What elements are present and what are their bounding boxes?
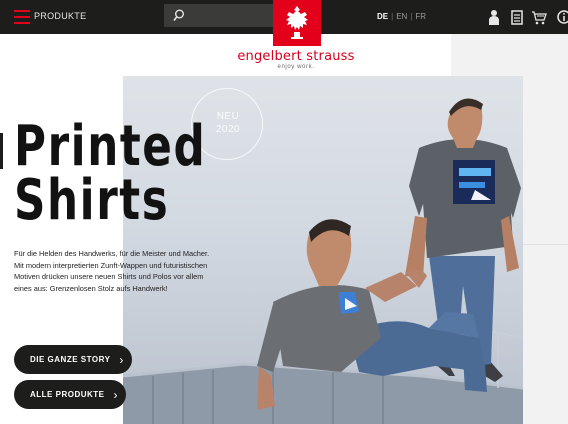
rooster-logo-icon [286,6,308,39]
all-products-button[interactable]: ALLE PRODUKTE › [14,380,126,409]
hero-description: Für die Helden des Handwerks, für die Me… [14,249,210,293]
hamburger-icon [14,10,30,24]
headline-line1: Printed [14,114,207,179]
brand-wordmark[interactable]: engelbert strauss [226,49,366,64]
chevron-right-icon: › [119,352,124,367]
full-story-label: DIE GANZE STORY [30,355,111,364]
full-story-button[interactable]: DIE GANZE STORY › [14,345,132,374]
language-option-en[interactable]: EN [396,12,407,21]
language-option-fr[interactable]: FR [415,12,426,21]
language-switcher: DE | EN | FR [377,12,427,21]
products-menu-label: PRODUKTE [34,11,87,21]
all-products-label: ALLE PRODUKTE [30,390,105,399]
brand-logo-emblem[interactable] [273,0,321,46]
cart-icon[interactable] [531,8,547,26]
headline-line2: Shirts [14,168,170,233]
search-box[interactable] [164,4,275,27]
info-icon[interactable] [557,8,568,26]
search-input[interactable] [190,4,270,27]
list-icon[interactable] [511,8,523,26]
hero-headline: Printed Shirts [14,114,207,233]
products-menu-button[interactable]: PRODUKTE [14,10,88,26]
top-navigation-bar: PRODUKTE DE | EN | FR [0,0,568,46]
user-icon[interactable] [488,8,500,26]
edge-marker [0,133,3,169]
brand-tagline: enjoy work. [277,64,315,70]
language-option-de[interactable]: DE [377,12,388,21]
search-icon[interactable] [173,9,185,22]
chevron-right-icon: › [113,387,118,402]
